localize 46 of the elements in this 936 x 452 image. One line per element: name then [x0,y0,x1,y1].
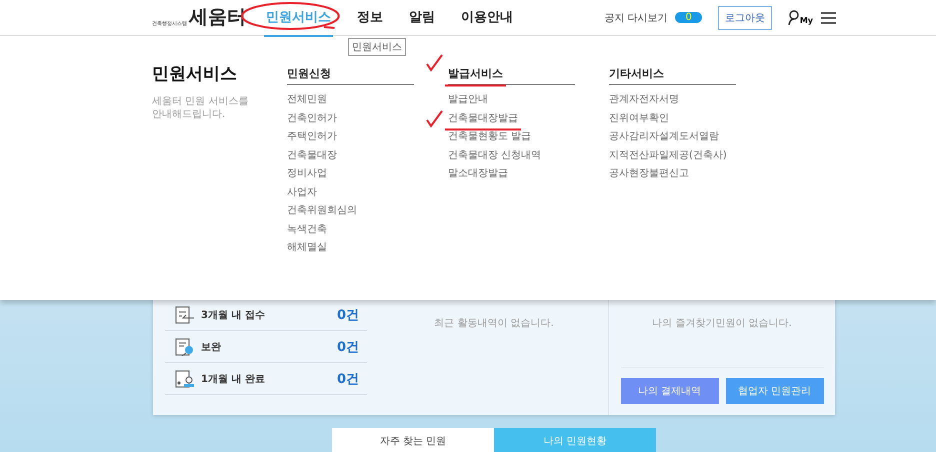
menu-link[interactable]: 공사감리자설계도서열람 [609,131,719,143]
nav-link[interactable]: 이용안내 [459,0,515,36]
nav-link[interactable]: 알림 [407,0,437,36]
menu-link[interactable]: 해체멸실 [287,242,327,254]
empty-message: 최근 활동내역이 없습니다. [433,317,555,331]
stat-count: 0건 [336,306,359,324]
document-person-icon [175,370,195,388]
menu-description: 세움터 민원 서비스를 안내해드립니다. [152,95,250,121]
person-icon [788,10,800,25]
stat-count: 0건 [336,338,359,356]
tooltip: 민원서비스 [348,38,406,56]
menu-link[interactable]: 관계자전자서명 [609,94,679,106]
stat-count: 0건 [336,370,359,388]
document-magnifier-icon [175,338,195,356]
column-heading: 민원신청 [287,66,331,81]
menu-link[interactable]: 지적전산파일제공(건축사) [609,150,727,162]
logout-button[interactable]: 로그아웃 [718,6,772,30]
nav-link[interactable]: 정보 [355,0,385,36]
my-page-button[interactable]: My [788,10,813,25]
menu-link[interactable]: 건축물대장 신청내역 [448,150,542,162]
menu-link[interactable]: 공사현장불편신고 [609,168,689,180]
tab[interactable]: 자주 찾는 민원 [332,428,494,452]
menu-link[interactable]: 정비사업 [287,168,327,180]
document-arrow-icon [175,306,195,324]
stat-label: 3개월 내 접수 [201,308,265,322]
column-heading: 발급서비스 [448,66,503,81]
notice-label: 공지 다시보기 [604,12,668,24]
empty-message: 나의 즐겨찾기민원이 없습니다. [652,317,792,330]
column-heading: 기타서비스 [609,66,664,81]
menu-link[interactable]: 녹색건축 [287,224,327,236]
menu-link[interactable]: 건축물대장발급 [448,112,518,124]
menu-title: 민원서비스 [152,63,238,85]
action-button[interactable]: 나의 결제내역 [620,378,718,404]
menu-link[interactable]: 건축물현황도 발급 [448,131,532,143]
menu-link[interactable]: 말소대장발급 [448,168,508,180]
stat-label: 보완 [201,340,221,354]
menu-link[interactable]: 건축인허가 [287,112,337,124]
menu-link[interactable]: 주택인허가 [287,131,337,143]
menu-link[interactable]: 발급안내 [448,94,488,106]
menu-link[interactable]: 사업자 [287,186,317,198]
menu-icon[interactable] [821,12,836,24]
menu-link[interactable]: 건축위원회심의 [287,205,357,217]
menu-link[interactable]: 건축물대장 [287,150,337,162]
menu-link[interactable]: 진위여부확인 [609,112,669,124]
stat-label: 1개월 내 완료 [201,372,265,386]
menu-link[interactable]: 전체민원 [287,94,327,106]
